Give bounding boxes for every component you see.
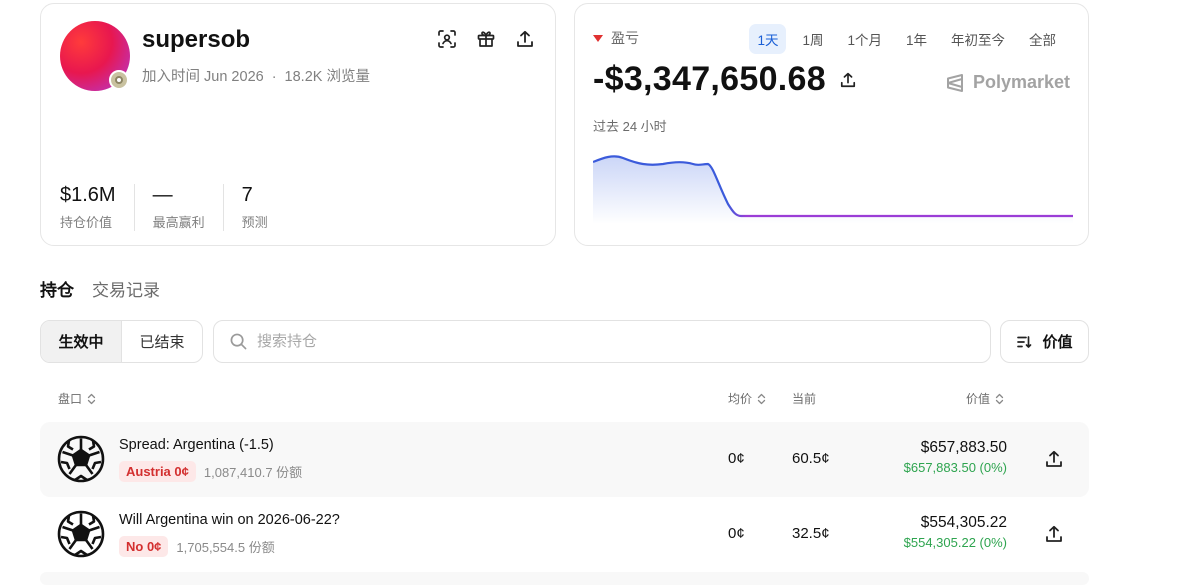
pnl-label: 盈亏 [593,28,639,48]
stat-value: — [152,184,173,206]
sort-updown-icon [87,393,96,404]
range-1w[interactable]: 1周 [794,24,831,54]
pnl-label-text: 盈亏 [611,30,639,46]
table-row[interactable]: Spread: Argentina (-1.5) Austria 0¢ 1,08… [40,422,1089,497]
username: supersob [142,26,251,53]
pnl-card: 盈亏 1天 1周 1个月 1年 年初至今 全部 -$3,347,650.68 P… [574,3,1089,246]
range-1m[interactable]: 1个月 [839,24,890,54]
outcome-badge: No 0¢ [119,536,169,557]
value-amount: $657,883.50 [920,439,1007,456]
search-box [213,320,991,363]
outcome-badge: Austria 0¢ [119,461,196,482]
stat-value: 7 [241,184,253,206]
position-tabs: 持仓 交易记录 [40,276,160,301]
share-icon[interactable] [1045,525,1063,543]
stat-label: 持仓价值 [60,215,113,230]
soccer-ball-icon [57,510,105,558]
header-avg[interactable]: 均价 [728,390,766,407]
sort-icon [1017,335,1032,348]
table-row[interactable] [40,572,1089,585]
filter-active[interactable]: 生效中 [41,321,122,362]
profile-card: supersob 加入时间 Jun 2026 · 18.2K 浏览量 $1.6M 持… [40,3,556,246]
header-market-label: 盘口 [58,392,83,406]
range-1d[interactable]: 1天 [749,24,787,54]
tab-activity[interactable]: 交易记录 [92,276,160,301]
header-avg-label: 均价 [728,392,753,406]
value-amount: $554,305.22 [920,514,1007,531]
avg-price: 0¢ [728,525,745,542]
header-market[interactable]: 盘口 [58,390,96,407]
view-count: 18.2K 浏览量 [284,69,370,85]
current-price: 32.5¢ [792,525,830,542]
table-row[interactable]: Will Argentina win on 2026-06-22? No 0¢ … [40,497,1089,572]
sort-label: 价值 [1042,334,1073,351]
market-title[interactable]: Will Argentina win on 2026-06-22? [119,512,340,528]
polymarket-logo: Polymarket [945,72,1070,93]
brand-name: Polymarket [972,72,1070,92]
stat-predictions: 7 预测 [242,184,286,231]
header-current: 当前 [792,390,816,407]
tab-positions[interactable]: 持仓 [40,276,74,301]
sparkline-area [593,156,1073,224]
avg-price: 0¢ [728,450,745,467]
header-value[interactable]: 价值 [966,390,1004,407]
pnl-sparkline [593,155,1073,224]
current-price: 60.5¢ [792,450,830,467]
pnl-value: -$3,347,650.68 [593,60,826,98]
scan-icon[interactable] [436,28,457,49]
share-icon[interactable] [840,72,856,88]
pnl-value-row: -$3,347,650.68 [593,60,856,99]
gift-icon[interactable] [475,28,496,49]
joined-date: 加入时间 Jun 2026 [142,69,264,85]
sort-button[interactable]: 价值 [1000,320,1089,363]
stat-value: $1.6M [60,184,116,206]
stat-label: 最高赢利 [152,215,205,230]
sort-updown-icon [995,393,1004,404]
soccer-ball-icon [57,435,105,483]
share-count: 1,087,410.7 份额 [203,465,303,480]
range-selector: 1天 1周 1个月 1年 年初至今 全部 [749,24,1064,54]
stat-biggest-win: — 最高赢利 [153,184,224,231]
stat-label: 预测 [241,215,268,230]
value-change: $554,305.22 (0%) [903,535,1007,550]
value-change: $657,883.50 (0%) [903,460,1007,475]
market-title[interactable]: Spread: Argentina (-1.5) [119,437,274,453]
profile-actions [436,28,535,49]
search-icon [230,333,247,350]
down-triangle-icon [593,34,603,42]
stat-positions-value: $1.6M 持仓价值 [60,184,135,231]
position-meta: No 0¢ 1,705,554.5 份额 [119,536,275,557]
position-meta: Austria 0¢ 1,087,410.7 份额 [119,461,302,482]
profile-stats: $1.6M 持仓价值 — 最高赢利 7 预测 [60,184,304,231]
polymarket-icon [946,73,963,92]
profile-subtitle: 加入时间 Jun 2026 · 18.2K 浏览量 [142,69,370,85]
status-filter: 生效中 已结束 [40,320,203,363]
header-value-label: 价值 [966,392,991,406]
range-ytd[interactable]: 年初至今 [943,24,1013,54]
share-icon[interactable] [1045,450,1063,468]
sort-updown-icon [757,393,766,404]
range-1y[interactable]: 1年 [898,24,935,54]
share-count: 1,705,554.5 份额 [176,540,275,555]
pnl-period: 过去 24 小时 [593,119,667,134]
position-value: $657,883.50 $657,883.50 (0%) [904,439,1007,475]
range-all[interactable]: 全部 [1021,24,1064,54]
search-input[interactable] [257,333,957,350]
filter-closed[interactable]: 已结束 [122,321,202,362]
verified-badge-icon [109,70,129,90]
position-value: $554,305.22 $554,305.22 (0%) [904,514,1007,550]
header-current-label: 当前 [792,392,817,406]
share-icon[interactable] [514,28,535,49]
